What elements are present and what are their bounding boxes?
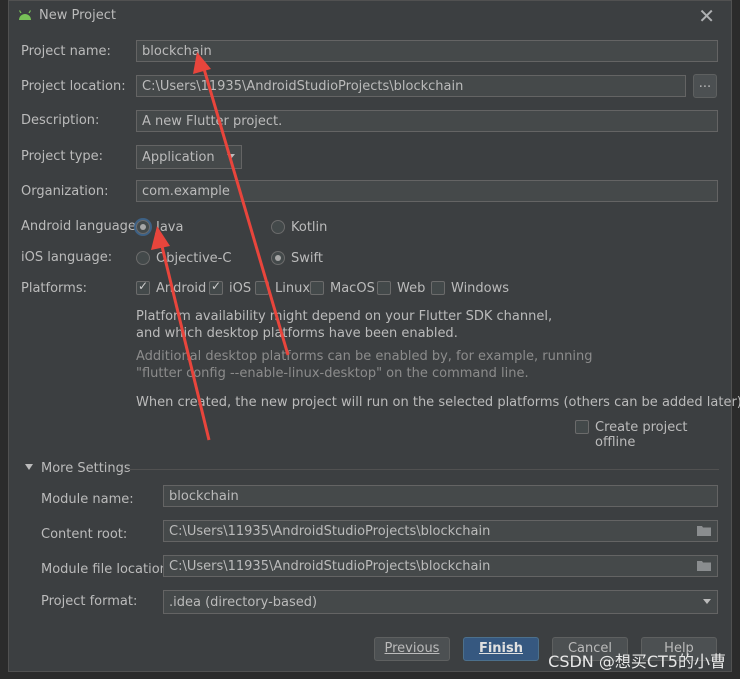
web-checkbox-label: Web bbox=[397, 281, 426, 296]
swift-radio[interactable] bbox=[271, 251, 285, 265]
description-input[interactable]: A new Flutter project. bbox=[136, 110, 718, 132]
platform-info-line1: Platform availability might depend on yo… bbox=[136, 309, 553, 324]
selected-platforms-info: When created, the new project will run o… bbox=[136, 395, 740, 410]
create-offline-checkbox[interactable] bbox=[575, 420, 589, 434]
android-icon bbox=[18, 10, 32, 20]
swift-radio-label: Swift bbox=[291, 251, 323, 266]
platforms-label: Platforms: bbox=[21, 281, 87, 296]
module-file-location-value: C:\Users\11935\AndroidStudioProjects\blo… bbox=[169, 559, 491, 574]
android-checkbox-label: Android bbox=[156, 281, 207, 296]
project-type-value: Application bbox=[142, 150, 215, 165]
desktop-info-line1: Additional desktop platforms can be enab… bbox=[136, 349, 593, 364]
collapse-triangle-icon[interactable] bbox=[25, 464, 33, 470]
organization-label: Organization: bbox=[21, 184, 109, 199]
objective-c-radio[interactable] bbox=[136, 251, 150, 265]
project-name-input[interactable]: blockchain bbox=[136, 40, 718, 62]
finish-button[interactable]: Finish bbox=[463, 637, 539, 661]
project-format-select[interactable]: .idea (directory-based) bbox=[163, 590, 718, 614]
finish-button-label: Finish bbox=[478, 641, 524, 656]
project-name-label: Project name: bbox=[21, 44, 111, 59]
previous-button-label: Previous bbox=[384, 641, 440, 656]
ios-language-label: iOS language: bbox=[21, 250, 113, 265]
objective-c-radio-label: Objective-C bbox=[156, 251, 232, 266]
organization-input[interactable]: com.example bbox=[136, 180, 718, 202]
module-name-label: Module name: bbox=[41, 492, 134, 507]
android-checkbox[interactable] bbox=[136, 279, 150, 295]
csdn-watermark: CSDN @想买CT5的小曹 bbox=[548, 652, 726, 671]
content-root-value: C:\Users\11935\AndroidStudioProjects\blo… bbox=[169, 524, 491, 539]
create-offline-label: Create project offline bbox=[595, 420, 688, 450]
module-file-location-label: Module file location: bbox=[41, 562, 173, 577]
java-radio-label: Java bbox=[156, 220, 184, 235]
java-radio[interactable] bbox=[136, 220, 150, 234]
description-label: Description: bbox=[21, 113, 100, 128]
macos-checkbox[interactable] bbox=[310, 281, 324, 295]
browse-location-button[interactable]: ... bbox=[693, 74, 717, 98]
module-name-input[interactable]: blockchain bbox=[163, 485, 718, 507]
linux-checkbox[interactable] bbox=[255, 281, 269, 295]
ios-checkbox-label: iOS bbox=[229, 281, 252, 296]
windows-checkbox-label: Windows bbox=[451, 281, 510, 296]
linux-checkbox-label: Linux bbox=[275, 281, 311, 296]
dialog-title: New Project bbox=[39, 8, 116, 23]
folder-icon[interactable] bbox=[697, 560, 711, 571]
kotlin-radio-label: Kotlin bbox=[291, 220, 328, 235]
project-type-select[interactable]: Application bbox=[136, 145, 242, 169]
project-format-value: .idea (directory-based) bbox=[169, 595, 318, 610]
previous-button[interactable]: Previous bbox=[374, 637, 450, 661]
more-settings-divider bbox=[127, 469, 719, 470]
desktop-info-line2: "flutter config --enable-linux-desktop" … bbox=[136, 366, 529, 381]
web-checkbox[interactable] bbox=[377, 281, 391, 295]
project-location-input[interactable]: C:\Users\11935\AndroidStudioProjects\blo… bbox=[136, 75, 686, 97]
new-project-dialog: New Project ✕ Project name: blockchain P… bbox=[8, 0, 740, 672]
macos-checkbox-label: MacOS bbox=[330, 281, 375, 296]
chevron-down-icon bbox=[703, 599, 711, 604]
platform-info-line2: and which desktop platforms have been en… bbox=[136, 326, 458, 341]
content-root-input[interactable]: C:\Users\11935\AndroidStudioProjects\blo… bbox=[163, 520, 718, 542]
project-type-label: Project type: bbox=[21, 149, 104, 164]
folder-icon[interactable] bbox=[697, 525, 711, 536]
dialog-titlebar: New Project ✕ bbox=[9, 1, 731, 31]
chevron-down-icon bbox=[227, 154, 235, 159]
content-root-label: Content root: bbox=[41, 527, 128, 542]
android-language-label: Android language: bbox=[21, 219, 141, 234]
module-file-location-input[interactable]: C:\Users\11935\AndroidStudioProjects\blo… bbox=[163, 555, 718, 577]
ios-checkbox[interactable] bbox=[209, 279, 223, 295]
kotlin-radio[interactable] bbox=[271, 220, 285, 234]
project-format-label: Project format: bbox=[41, 594, 138, 609]
close-icon[interactable]: ✕ bbox=[698, 4, 715, 28]
project-location-label: Project location: bbox=[21, 79, 126, 94]
windows-checkbox[interactable] bbox=[431, 281, 445, 295]
more-settings-title[interactable]: More Settings bbox=[41, 461, 131, 476]
